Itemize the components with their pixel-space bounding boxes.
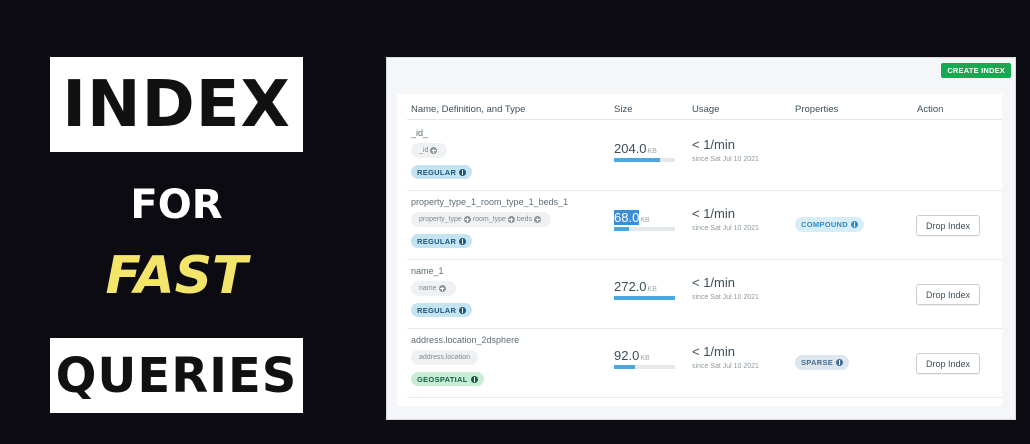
size-bar-fill (614, 296, 675, 300)
title-index: INDEX (50, 57, 303, 152)
info-icon (459, 306, 467, 314)
index-type-badge[interactable]: REGULAR (411, 234, 473, 248)
usage-rate: < 1/min (692, 275, 735, 290)
size-number: 272.0 (614, 279, 647, 294)
index-size: 272.0KB (614, 279, 657, 294)
size-bar-fill (614, 365, 635, 369)
usage-rate: < 1/min (692, 206, 735, 221)
drop-index-button[interactable]: Drop Index (916, 215, 980, 236)
drop-index-button[interactable]: Drop Index (916, 353, 980, 374)
info-icon (459, 168, 467, 176)
row-divider (407, 397, 1002, 398)
indexes-table: Name, Definition, and Type Size Usage Pr… (397, 94, 1002, 406)
index-name: _id_ (411, 128, 429, 138)
table-row: name_1name REGULAR 272.0KB < 1/min since Sat… (397, 260, 1002, 329)
size-number: 204.0 (614, 141, 647, 156)
property-badge[interactable]: SPARSE (795, 355, 850, 370)
size-unit: KB (640, 355, 650, 362)
usage-rate: < 1/min (692, 344, 735, 359)
size-bar (614, 227, 675, 231)
index-definition: address.location (411, 350, 478, 365)
index-name: address.location_2dsphere (411, 335, 520, 345)
title-fast: FAST (105, 246, 248, 306)
index-type-badge[interactable]: REGULAR (411, 165, 473, 179)
index-definition: property_type room_type beds (411, 212, 552, 227)
ascending-icon (463, 216, 471, 223)
drop-index-button[interactable]: Drop Index (916, 284, 980, 305)
definition-field: property_type (419, 216, 462, 223)
property-badge[interactable]: COMPOUND (795, 217, 864, 232)
info-icon (459, 237, 467, 245)
table-row: _id_ _id REGULAR 204.0KB < 1/min since Sat Ju… (397, 122, 1002, 191)
size-unit: KB (647, 286, 657, 293)
size-number: 68.0 (614, 210, 640, 225)
size-unit: KB (640, 217, 650, 224)
definition-field: name (419, 285, 437, 292)
indexes-panel: CREATE INDEX Name, Definition, and Type … (386, 57, 1016, 420)
ascending-icon (507, 216, 515, 223)
index-type-badge[interactable]: REGULAR (411, 303, 473, 317)
title-for: FOR (130, 182, 223, 228)
create-index-button[interactable]: CREATE INDEX (941, 63, 1011, 78)
definition-field: _id (419, 147, 429, 154)
ascending-icon (438, 285, 446, 292)
index-size: 204.0KB (614, 141, 657, 156)
index-type-label: GEOSPATIAL (417, 374, 468, 384)
definition-field: beds (516, 216, 533, 223)
size-bar (614, 158, 675, 162)
size-number: 92.0 (614, 348, 640, 363)
property-label: COMPOUND (801, 220, 848, 229)
title-queries: QUERIES (50, 338, 303, 413)
index-size: 68.0KB (614, 210, 650, 225)
definition-field: room_type (472, 216, 506, 223)
index-type-label: REGULAR (417, 167, 457, 177)
header-divider (407, 119, 1002, 120)
index-name: name_1 (411, 266, 444, 276)
size-bar-fill (614, 227, 630, 231)
usage-since: since Sat Jul 10 2021 (692, 156, 759, 163)
index-name: property_type_1_room_type_1_beds_1 (411, 197, 569, 207)
header-action: Action (917, 104, 944, 115)
info-icon (836, 359, 844, 366)
header-size[interactable]: Size (614, 104, 632, 115)
index-size: 92.0KB (614, 348, 650, 363)
header-usage[interactable]: Usage (692, 104, 719, 115)
ascending-icon (534, 216, 542, 223)
index-type-badge[interactable]: GEOSPATIAL (411, 372, 484, 386)
table-row: address.location_2dsphere address.locatio… (397, 329, 1002, 398)
index-type-label: REGULAR (417, 305, 457, 315)
header-name[interactable]: Name, Definition, and Type (411, 104, 525, 115)
info-icon (470, 375, 478, 383)
ascending-icon (430, 147, 438, 154)
info-icon (850, 221, 858, 228)
size-bar (614, 365, 675, 369)
usage-since: since Sat Jul 10 2021 (692, 363, 759, 370)
definition-field: address.location (419, 354, 470, 361)
size-bar (614, 296, 675, 300)
property-label: SPARSE (801, 358, 834, 367)
header-properties: Properties (795, 104, 839, 115)
size-unit: KB (647, 148, 657, 155)
index-definition: _id (411, 143, 448, 158)
usage-rate: < 1/min (692, 137, 735, 152)
table-row: property_type_1_room_type_1_beds_1proper… (397, 191, 1002, 260)
index-definition: name (411, 281, 456, 296)
usage-since: since Sat Jul 10 2021 (692, 294, 759, 301)
size-bar-fill (614, 158, 660, 162)
usage-since: since Sat Jul 10 2021 (692, 225, 759, 232)
index-type-label: REGULAR (417, 236, 457, 246)
